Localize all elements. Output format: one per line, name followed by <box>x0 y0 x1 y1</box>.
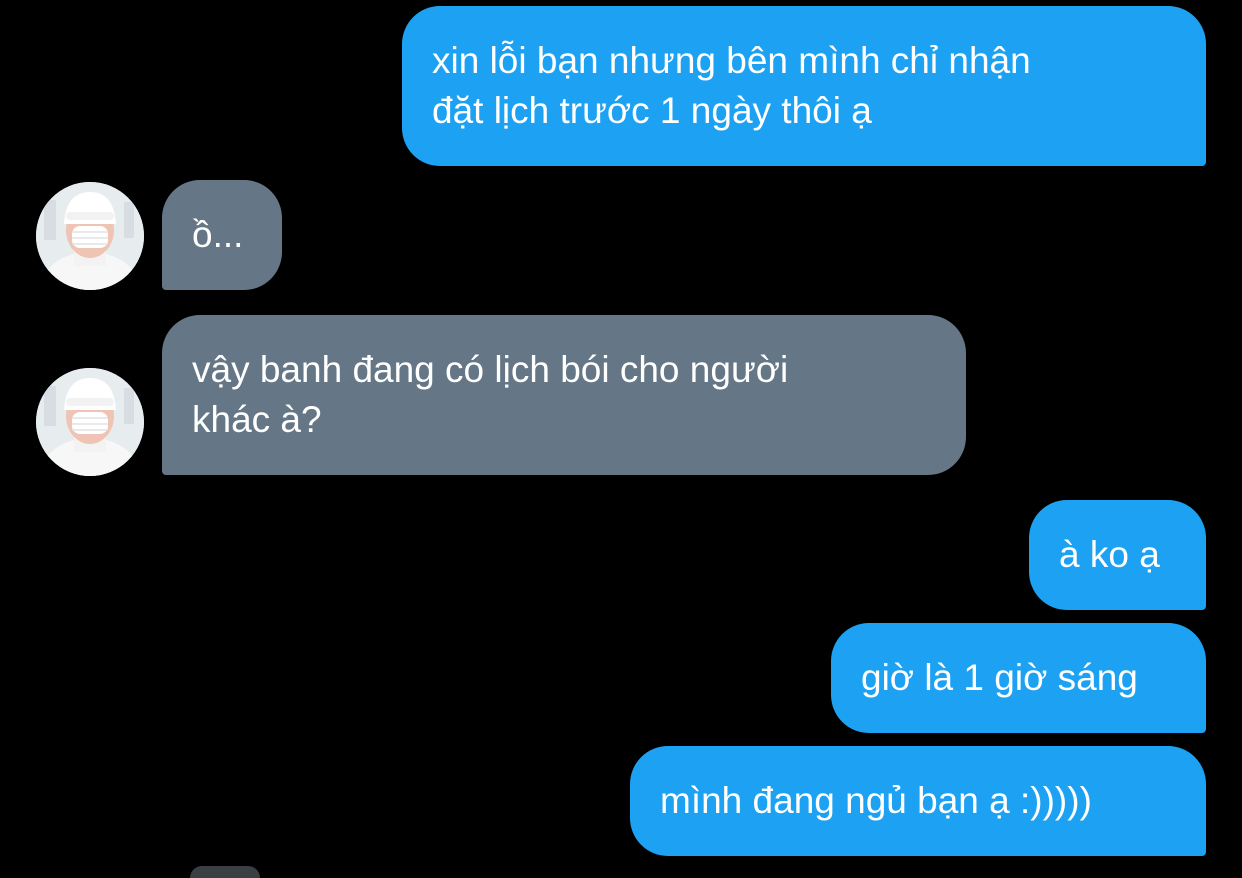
message-bubble-sent[interactable]: xin lỗi bạn nhưng bên mình chỉ nhận đặt … <box>402 6 1206 166</box>
message-text-line: à ko ạ <box>1059 534 1160 575</box>
message-bubble-sent[interactable]: mình đang ngủ bạn ạ :))))) <box>630 746 1206 856</box>
message-text-line: vậy banh đang có lịch bói cho người <box>192 349 789 390</box>
message-text-line: khác à? <box>192 399 322 440</box>
partial-message-bubble <box>190 866 260 878</box>
message-text-line: mình đang ngủ bạn ạ :))))) <box>660 780 1092 821</box>
message-text-line: giờ là 1 giờ sáng <box>861 657 1138 698</box>
user-avatar-icon[interactable] <box>36 368 144 476</box>
message-bubble-received[interactable]: ồ... <box>162 180 282 290</box>
message-text-line: xin lỗi bạn nhưng bên mình chỉ nhận <box>432 40 1031 81</box>
message-text-line: ồ... <box>192 214 244 255</box>
message-bubble-sent[interactable]: à ko ạ <box>1029 500 1206 610</box>
message-bubble-received[interactable]: vậy banh đang có lịch bói cho người khác… <box>162 315 966 475</box>
user-avatar-icon[interactable] <box>36 182 144 290</box>
message-text-line: đặt lịch trước 1 ngày thôi ạ <box>432 90 872 131</box>
message-bubble-sent[interactable]: giờ là 1 giờ sáng <box>831 623 1206 733</box>
